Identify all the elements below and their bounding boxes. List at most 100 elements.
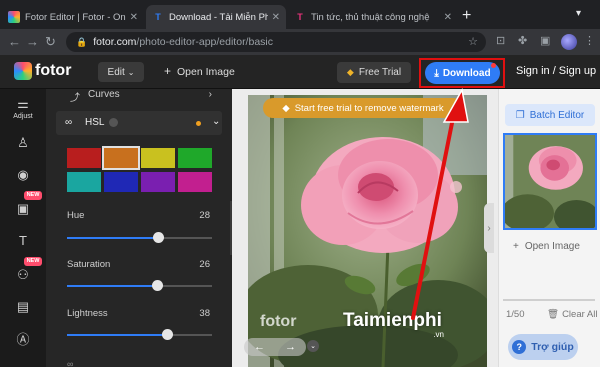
rail-item-adjust[interactable]: ⚌ Adjust [0,96,46,120]
lightness-label: Lightness [67,308,108,319]
swatch-red[interactable] [67,148,101,168]
close-tab-icon[interactable]: ✕ [444,12,452,23]
image-count: 1/50 [506,309,525,320]
rail-item-ai[interactable]: Ⓐ [0,329,46,348]
rail-item-elements[interactable]: ⚇ [0,267,46,283]
slider-knob[interactable] [151,280,163,291]
puzzle-icon[interactable]: ✤ [518,34,532,48]
reload-icon[interactable]: ↻ [45,34,56,50]
expand-right-panel-button[interactable]: › [484,203,494,253]
hue-value: 28 [199,210,210,221]
rail-item-beauty[interactable]: ♙ [0,135,46,151]
edit-label: Edit [107,66,125,78]
clear-all-button[interactable]: 🗑 Clear All [547,309,597,320]
slider-knob[interactable] [153,232,165,243]
image-icon: ▤ [16,299,30,314]
menu-icon[interactable]: ⋮ [584,34,598,48]
new-tab-icon[interactable]: + [462,7,471,25]
hsl-toggle-icon[interactable] [109,118,118,127]
shapes-icon: ⚇ [17,267,29,282]
curves-icon: ⤴ [70,93,80,104]
bookmark-star-icon[interactable]: ☆ [468,35,478,48]
swatch-cyan[interactable] [67,172,101,192]
image-count-bar [503,299,595,301]
saturation-value: 26 [199,259,210,270]
ai-icon: Ⓐ [16,332,30,347]
lightness-value: 38 [199,308,210,319]
rail-adjust-label: Adjust [13,113,33,120]
forward-icon[interactable]: → [26,34,39,49]
download-button[interactable]: ⤓ Download [425,62,500,84]
image-thumbnail[interactable] [503,133,597,230]
plus-icon: + [513,241,519,252]
adjust-panel: ⤴ Curves › ∞ HSL ⌄ Hue 28 Saturation 26 … [46,89,232,367]
watermark-banner[interactable]: ◆ Start free trial to remove watermark [263,98,463,118]
slider-fill [67,285,157,287]
right-panel: ❐ Batch Editor + Open Image 1/50 🗑 Clear A… [498,89,600,367]
lightness-slider[interactable] [67,329,212,340]
trash-icon: 🗑 [547,309,560,320]
curves-section-header[interactable]: ⤴ Curves › [46,89,232,105]
free-trial-button[interactable]: ◆ Free Trial [337,62,411,83]
open-image-label: Open Image [177,66,235,78]
extension-icon[interactable]: ⊡ [496,34,510,48]
undo-redo-bar: ← → [244,338,306,356]
open-image-link[interactable]: + Open Image [513,241,580,252]
swatch-yellow[interactable] [141,148,175,168]
redo-icon[interactable]: → [285,341,296,353]
address-bar[interactable]: 🔒 fotor.com/photo-editor-app/editor/basi… [66,32,486,52]
tab-title: Tin tức, thủ thuật công nghệ [311,11,430,23]
browser-toolbar: ← → ↻ 🔒 fotor.com/photo-editor-app/edito… [0,29,600,55]
rail-item-uploads[interactable]: ▤ [0,299,46,315]
edit-menu-button[interactable]: Edit ⌄ [98,62,144,82]
tab-tin-tuc[interactable]: T Tin tức, thủ thuật công nghệ ✕ [288,5,458,29]
help-button[interactable]: ? Trợ giúp [508,334,578,360]
undo-icon[interactable]: ← [254,341,265,353]
rail-item-text[interactable]: T [0,233,46,248]
swatch-green[interactable] [178,148,212,168]
fotor-logo[interactable]: fotor [14,62,71,80]
new-badge: NEW [24,191,42,200]
close-tab-icon[interactable]: ✕ [272,12,280,23]
tool-rail: ⚌ Adjust ♙ ◉ NEW ▣ T NEW ⚇ ▤ Ⓐ [0,89,46,367]
zoom-menu-button[interactable]: ⌄ [307,340,319,352]
slider-knob[interactable] [162,329,174,340]
batch-editor-button[interactable]: ❐ Batch Editor [505,104,595,126]
rail-item-effects[interactable]: ◉ [0,167,46,183]
swatch-purple[interactable] [141,172,175,192]
open-image-label: Open Image [524,241,580,252]
fotor-logo-icon [14,62,32,80]
chevron-down-icon: ⌄ [310,343,316,350]
tab-fotor-editor[interactable]: Fotor Editor | Fotor - Onli ✕ [2,5,144,29]
more-options-icon: ∞ [67,359,74,367]
hue-label: Hue [67,210,85,221]
profile-avatar[interactable] [561,34,577,50]
download-label: Download [442,67,491,79]
fotor-watermark: fotor [260,313,297,330]
fotor-favicon-icon [8,11,20,23]
taimienphi-watermark: Taimienphi .vn [343,310,444,339]
swatch-blue[interactable] [104,172,138,192]
text-icon: T [19,233,27,248]
close-tab-icon[interactable]: ✕ [130,12,138,23]
swatch-orange[interactable] [102,146,140,170]
sidebar-icon[interactable]: ▣ [540,34,554,48]
tab-search-icon[interactable]: ▾ [576,8,581,19]
saturation-label: Saturation [67,259,111,270]
layers-icon: ❐ [515,109,525,121]
hsl-section-header[interactable]: ∞ HSL ⌄ [56,111,222,135]
swatch-magenta[interactable] [178,172,212,192]
hue-slider[interactable] [67,232,212,243]
notification-dot [491,63,496,68]
open-image-button[interactable]: + Open Image [164,64,235,78]
slider-fill [67,334,168,336]
rail-item-frame[interactable]: ▣ [0,201,46,217]
saturation-slider[interactable] [67,280,212,291]
eye-icon: ◉ [17,167,29,182]
diamond-icon: ◆ [282,102,290,114]
tab-download[interactable]: T Download - Tải Miễn Phí VI ✕ [146,5,286,29]
back-icon[interactable]: ← [8,34,21,49]
plus-icon: + [164,64,172,78]
signin-link[interactable]: Sign in / Sign up [516,65,596,77]
site-watermark-sub: .vn [433,330,444,339]
